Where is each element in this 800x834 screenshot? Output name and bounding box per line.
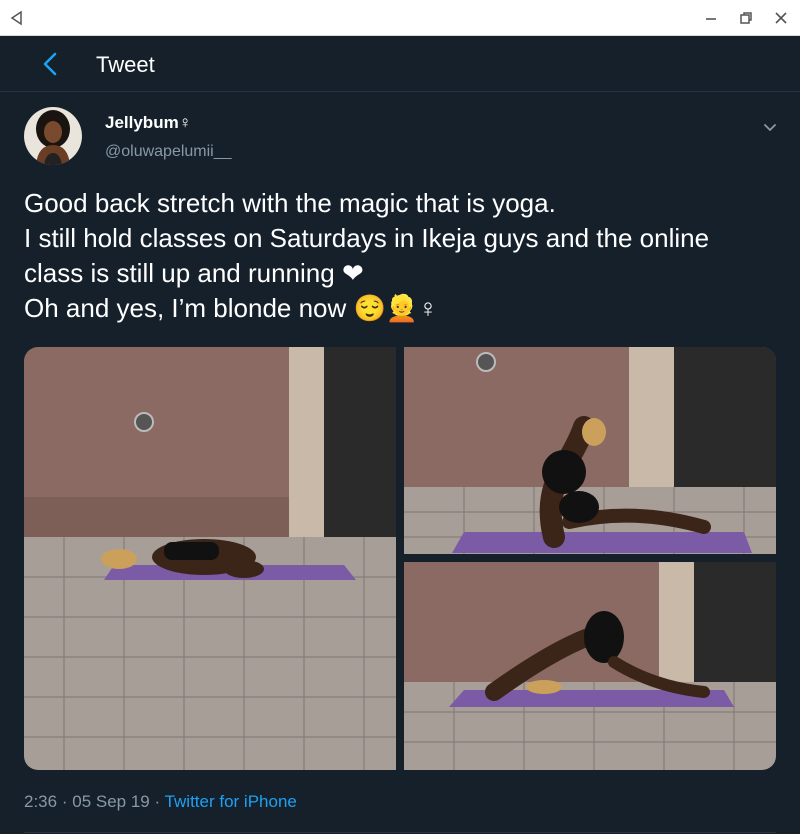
photo-image	[404, 562, 776, 770]
author-display-name[interactable]: Jellybum♀	[105, 113, 191, 133]
chevron-left-icon[interactable]	[38, 51, 64, 77]
tweet-source-link[interactable]: Twitter for iPhone	[165, 792, 297, 811]
tweet-photo-3[interactable]	[404, 562, 776, 770]
tweet-meta: 2:36 · 05 Sep 19 · Twitter for iPhone	[24, 792, 297, 812]
triangle-left-icon[interactable]	[8, 9, 26, 27]
tweet-text-line: class is still up and running ❤	[24, 258, 364, 288]
divider	[24, 832, 776, 833]
tweet-photo-2[interactable]	[404, 347, 776, 554]
minimize-icon[interactable]	[702, 9, 720, 27]
avatar[interactable]	[24, 107, 82, 165]
tweet-text-line: Good back stretch with the magic that is…	[24, 188, 556, 218]
tweet-photo-1[interactable]	[24, 347, 396, 770]
window-titlebar	[0, 0, 800, 36]
tweet-media-grid	[24, 347, 776, 770]
tweet-header: Tweet	[0, 37, 800, 92]
tweet-text-line: I still hold classes on Saturdays in Ike…	[24, 223, 710, 253]
photo-image	[404, 347, 776, 554]
close-icon[interactable]	[772, 9, 790, 27]
restore-icon[interactable]	[737, 9, 755, 27]
author-handle[interactable]: @oluwapelumii__	[105, 143, 232, 161]
meta-separator: ·	[154, 792, 161, 811]
tweet-text: Good back stretch with the magic that is…	[24, 186, 776, 326]
photo-image	[24, 347, 396, 770]
chevron-down-icon[interactable]	[760, 117, 780, 137]
page-title: Tweet	[96, 52, 155, 77]
meta-separator: ·	[61, 792, 68, 811]
tweet-time: 2:36	[24, 792, 58, 811]
tweet-text-line: Oh and yes, I’m blonde now 😌👱♀	[24, 293, 438, 323]
avatar-image	[24, 107, 82, 165]
tweet-date: 05 Sep 19	[72, 792, 150, 811]
